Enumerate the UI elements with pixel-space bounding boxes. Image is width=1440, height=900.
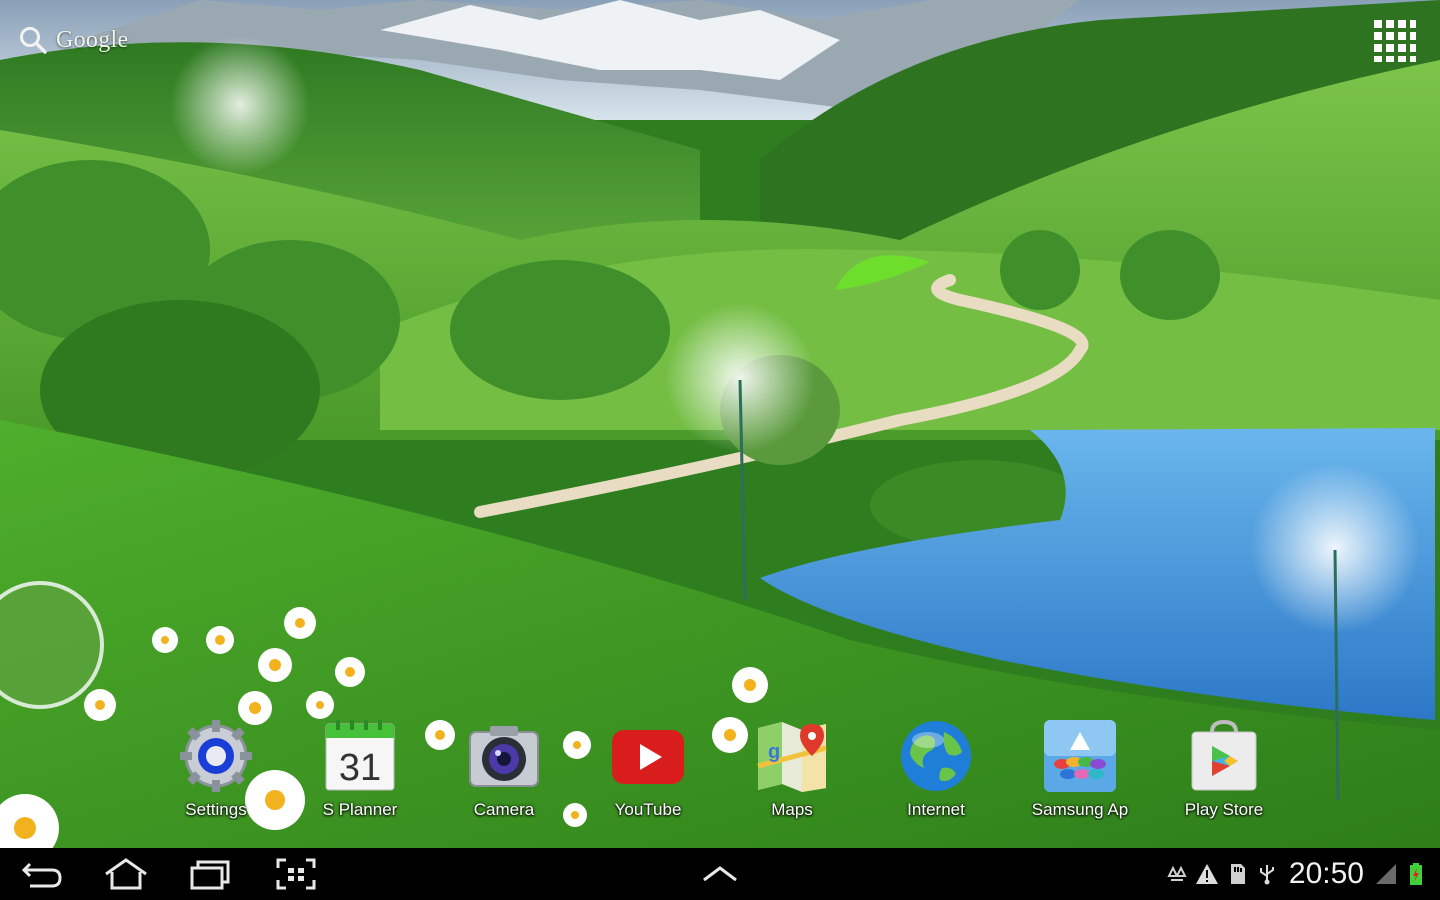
play-store-icon [1191,719,1257,791]
battery-charging-icon [1410,863,1422,885]
app-label: Camera [473,800,535,819]
app-play-store[interactable]: Play Store [1162,716,1286,826]
app-label: Settings [185,800,247,819]
chevron-up-icon[interactable] [696,856,744,892]
calendar-day: 31 [339,747,381,789]
sync-icon [1167,865,1187,881]
screenshot-icon[interactable] [272,856,320,892]
search-icon [20,27,47,54]
navigation-bar: 20:50 [0,848,1440,900]
app-s-planner[interactable]: 31 S Planner [298,716,422,826]
samsung-apps-icon [1044,720,1116,792]
app-label: S Planner [322,800,398,819]
apps-grid-icon[interactable] [1372,18,1418,64]
sd-card-icon [1230,864,1245,884]
home-icon[interactable] [102,856,150,892]
usb-icon [1259,865,1274,885]
signal-icon [1376,864,1396,884]
google-search-bar[interactable]: Google [18,22,128,58]
globe-icon [901,721,971,791]
app-youtube[interactable]: YouTube [586,716,710,826]
app-camera[interactable]: Camera [442,716,566,826]
app-samsung-apps[interactable]: Samsung Ap [1018,716,1142,826]
settings-icon [180,720,252,792]
app-label: Maps [771,800,813,819]
back-icon[interactable] [18,856,66,892]
warning-icon [1195,864,1218,884]
app-maps[interactable]: g Maps [730,716,854,826]
maps-icon: g [757,722,827,792]
camera-icon [469,726,539,787]
app-label: YouTube [614,800,682,819]
recent-apps-icon[interactable] [186,856,234,892]
youtube-icon [612,730,684,784]
app-internet[interactable]: Internet [874,716,998,826]
calendar-icon: 31 [325,720,395,791]
app-dock: Settings 31 S Planner Camera YouTube g M… [160,716,1300,826]
status-area[interactable]: 20:50 [1165,854,1428,894]
clock: 20:50 [1288,857,1364,890]
svg-text:g: g [768,741,780,763]
app-settings[interactable]: Settings [154,716,278,826]
app-label: Play Store [1184,800,1264,819]
search-label: Google [56,26,129,53]
app-label: Samsung Ap [1031,800,1129,819]
app-label: Internet [907,800,965,819]
